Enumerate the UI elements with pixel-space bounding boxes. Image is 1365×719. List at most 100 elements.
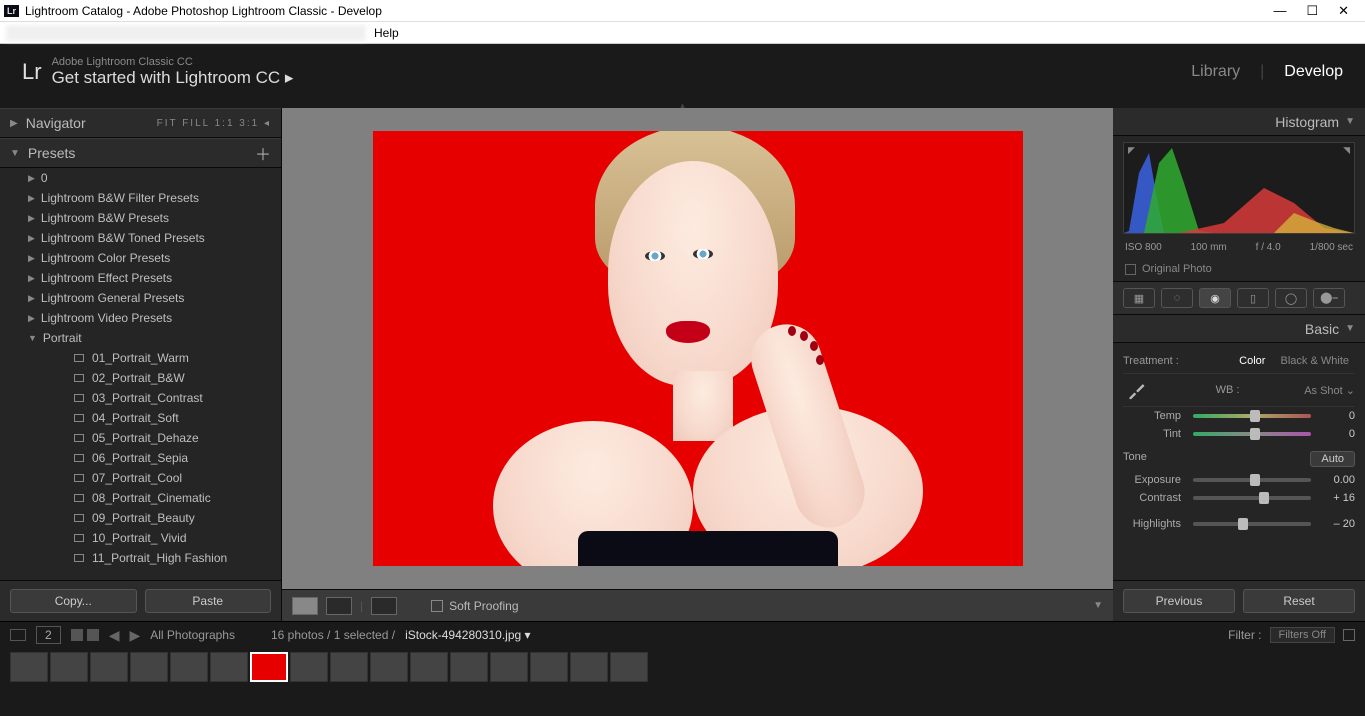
preset-item[interactable]: 02_Portrait_B&W — [0, 368, 281, 388]
preset-item[interactable]: 05_Portrait_Dehaze — [0, 428, 281, 448]
paste-button[interactable]: Paste — [145, 589, 272, 613]
thumbnail[interactable] — [610, 652, 648, 682]
module-header: Lr Adobe Lightroom Classic CC Get starte… — [0, 44, 1365, 100]
brush-tool-icon[interactable]: ⬤⎯ — [1313, 288, 1345, 308]
menu-help[interactable]: Help — [374, 26, 399, 40]
treatment-bw[interactable]: Black & White — [1275, 355, 1355, 367]
minimize-icon[interactable]: — — [1273, 3, 1286, 19]
preset-group[interactable]: ▶Lightroom Effect Presets — [0, 268, 281, 288]
second-screen-button[interactable]: 2 — [36, 626, 61, 644]
app-getstarted[interactable]: Get started with Lightroom CC ▸ — [52, 68, 294, 88]
checkbox-icon[interactable] — [431, 600, 443, 612]
highlight-clip-icon[interactable]: ◥ — [1343, 145, 1350, 156]
auto-tone-button[interactable]: Auto — [1310, 451, 1355, 467]
checkbox-icon[interactable] — [1125, 264, 1136, 275]
highlights-slider[interactable]: Highlights– 20 — [1123, 515, 1355, 533]
preset-item[interactable]: 10_Portrait_ Vivid — [0, 528, 281, 548]
contrast-slider[interactable]: Contrast+ 16 — [1123, 489, 1355, 507]
histogram-display[interactable]: ◤ ◥ — [1123, 142, 1355, 234]
loupe-view-icon[interactable] — [292, 597, 318, 615]
preset-item[interactable]: 03_Portrait_Contrast — [0, 388, 281, 408]
wb-selector[interactable]: As Shot ⌄ — [1304, 384, 1355, 397]
thumbnail[interactable] — [210, 652, 248, 682]
preset-item[interactable]: 08_Portrait_Cinematic — [0, 488, 281, 508]
preset-item[interactable]: 01_Portrait_Warm — [0, 348, 281, 368]
shadow-clip-icon[interactable]: ◤ — [1128, 145, 1135, 156]
module-develop[interactable]: Develop — [1284, 63, 1343, 81]
preset-list[interactable]: ▶0 ▶Lightroom B&W Filter Presets ▶Lightr… — [0, 168, 281, 580]
add-preset-icon[interactable]: ＋ — [255, 141, 271, 165]
preset-group[interactable]: ▶0 — [0, 168, 281, 188]
treatment-color[interactable]: Color — [1233, 355, 1271, 367]
tint-slider[interactable]: Tint0 — [1123, 425, 1355, 443]
spot-tool-icon[interactable]: ◌ — [1161, 288, 1193, 308]
redeye-tool-icon[interactable]: ◉ — [1199, 288, 1231, 308]
grad-tool-icon[interactable]: ▯ — [1237, 288, 1269, 308]
preset-item[interactable]: 09_Portrait_Beauty — [0, 508, 281, 528]
thumbnail-row[interactable] — [0, 648, 1365, 686]
navigator-modes[interactable]: FIT FILL 1:1 3:1 ◂ — [157, 118, 271, 129]
thumbnail[interactable] — [10, 652, 48, 682]
current-filename[interactable]: iStock-494280310.jpg ▾ — [405, 628, 530, 642]
nav-back-icon[interactable]: ◀ — [109, 627, 120, 644]
nav-fwd-icon[interactable]: ▶ — [129, 627, 140, 644]
top-panel-grip[interactable]: ▴ — [0, 100, 1365, 108]
toolbar-menu-icon[interactable]: ▼ — [1093, 600, 1103, 611]
preset-item[interactable]: 04_Portrait_Soft — [0, 408, 281, 428]
photo-count: 16 photos / 1 selected / — [271, 628, 395, 642]
thumbnail[interactable] — [90, 652, 128, 682]
original-photo-toggle[interactable]: Original Photo — [1113, 259, 1365, 281]
temp-slider[interactable]: Temp0 — [1123, 407, 1355, 425]
previous-button[interactable]: Previous — [1123, 589, 1235, 613]
thumbnail[interactable] — [130, 652, 168, 682]
preset-group[interactable]: ▶Lightroom Video Presets — [0, 308, 281, 328]
preset-group-portrait[interactable]: ▼Portrait — [0, 328, 281, 348]
thumbnail[interactable] — [370, 652, 408, 682]
maximize-icon[interactable]: ☐ — [1306, 3, 1318, 19]
thumbnail[interactable] — [170, 652, 208, 682]
exposure-slider[interactable]: Exposure0.00 — [1123, 471, 1355, 489]
eyedropper-icon[interactable] — [1123, 380, 1151, 400]
filter-label: Filter : — [1228, 628, 1261, 642]
preset-group[interactable]: ▶Lightroom B&W Presets — [0, 208, 281, 228]
preset-group[interactable]: ▶Lightroom B&W Toned Presets — [0, 228, 281, 248]
thumbnail[interactable] — [410, 652, 448, 682]
thumbnail-selected[interactable] — [250, 652, 288, 682]
thumbnail[interactable] — [330, 652, 368, 682]
thumbnail[interactable] — [570, 652, 608, 682]
thumbnail[interactable] — [530, 652, 568, 682]
filter-lock-icon[interactable] — [1343, 629, 1355, 641]
thumbnail[interactable] — [450, 652, 488, 682]
crop-tool-icon[interactable]: ▦ — [1123, 288, 1155, 308]
preset-group[interactable]: ▶Lightroom B&W Filter Presets — [0, 188, 281, 208]
menu-bar: Help — [0, 22, 1365, 44]
module-library[interactable]: Library — [1191, 63, 1240, 81]
before-after-tb-icon[interactable] — [371, 597, 397, 615]
preset-item[interactable]: 11_Portrait_High Fashion — [0, 548, 281, 568]
soft-proofing-toggle[interactable]: Soft Proofing — [431, 599, 518, 613]
radial-tool-icon[interactable]: ◯ — [1275, 288, 1307, 308]
presets-header[interactable]: ▼ Presets ＋ — [0, 138, 281, 168]
module-divider: | — [1260, 63, 1264, 81]
thumbnail[interactable] — [290, 652, 328, 682]
exif-summary: ISO 800100 mmf / 4.01/800 sec — [1113, 240, 1365, 259]
basic-header[interactable]: Basic▼ — [1113, 315, 1365, 343]
collection-name[interactable]: All Photographs — [150, 628, 235, 642]
reset-button[interactable]: Reset — [1243, 589, 1355, 613]
filters-dropdown[interactable]: Filters Off — [1270, 627, 1335, 643]
navigator-header[interactable]: ▶ Navigator FIT FILL 1:1 3:1 ◂ — [0, 108, 281, 138]
preset-group[interactable]: ▶Lightroom Color Presets — [0, 248, 281, 268]
histogram-header[interactable]: Histogram▼ — [1113, 108, 1365, 136]
grid-view-icon[interactable] — [71, 629, 99, 641]
preset-item[interactable]: 06_Portrait_Sepia — [0, 448, 281, 468]
thumbnail[interactable] — [490, 652, 528, 682]
preset-group[interactable]: ▶Lightroom General Presets — [0, 288, 281, 308]
close-icon[interactable]: ✕ — [1338, 3, 1349, 19]
image-canvas[interactable] — [282, 108, 1113, 589]
first-screen-icon[interactable] — [10, 629, 26, 641]
before-after-lr-icon[interactable] — [326, 597, 352, 615]
copy-button[interactable]: Copy... — [10, 589, 137, 613]
preset-item[interactable]: 07_Portrait_Cool — [0, 468, 281, 488]
treatment-row: Treatment : Color Black & White — [1123, 349, 1355, 374]
thumbnail[interactable] — [50, 652, 88, 682]
